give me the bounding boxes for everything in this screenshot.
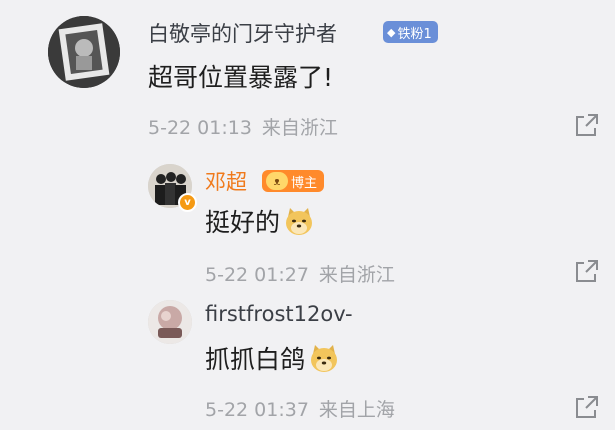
avatar[interactable] bbox=[48, 16, 120, 88]
location: 来自浙江 bbox=[261, 117, 338, 139]
fan-level-badge[interactable]: ◆ 铁粉1 bbox=[383, 21, 438, 43]
share-icon[interactable] bbox=[574, 394, 600, 420]
avatar-image bbox=[48, 16, 120, 88]
username[interactable]: 白敬亭的门牙守护者 bbox=[148, 18, 337, 48]
timestamp: 5-22 01:13 bbox=[148, 117, 252, 139]
location: 来自上海 bbox=[318, 399, 395, 421]
comment-text: 抓抓白鸽 bbox=[205, 340, 340, 376]
location: 来自浙江 bbox=[318, 264, 395, 286]
doge-emoji-icon bbox=[286, 208, 313, 235]
timestamp: 5-22 01:27 bbox=[205, 264, 309, 286]
comment-text-content: 抓抓白鸽 bbox=[205, 345, 306, 374]
dog-paw-icon: ᴥ bbox=[266, 172, 288, 190]
comment-text: 挺好的 bbox=[205, 203, 315, 239]
comment-text: 超哥位置暴露了! bbox=[148, 58, 333, 94]
comment-text-content: 超哥位置暴露了! bbox=[148, 63, 334, 92]
share-icon[interactable] bbox=[574, 258, 600, 284]
badge-label: 铁粉1 bbox=[397, 26, 432, 42]
comment-meta: 5-22 01:27 来自浙江 bbox=[205, 260, 405, 287]
author-badge[interactable]: ᴥ 博主 bbox=[262, 170, 325, 192]
avatar[interactable] bbox=[148, 300, 192, 344]
avatar-image bbox=[148, 300, 192, 344]
username[interactable]: 邓超 bbox=[205, 166, 247, 196]
badge-label: 博主 bbox=[291, 175, 318, 191]
comment-meta: 5-22 01:37 来自上海 bbox=[205, 395, 405, 422]
diamond-icon: ◆ bbox=[387, 25, 396, 39]
username[interactable]: firstfrost12ov- bbox=[205, 302, 353, 326]
comment-text-content: 挺好的 bbox=[205, 208, 281, 237]
timestamp: 5-22 01:37 bbox=[205, 399, 309, 421]
comment-meta: 5-22 01:13 来自浙江 bbox=[148, 113, 348, 140]
doge-emoji-icon bbox=[311, 345, 338, 372]
share-icon[interactable] bbox=[574, 112, 600, 138]
verified-v-icon: v bbox=[178, 193, 197, 212]
